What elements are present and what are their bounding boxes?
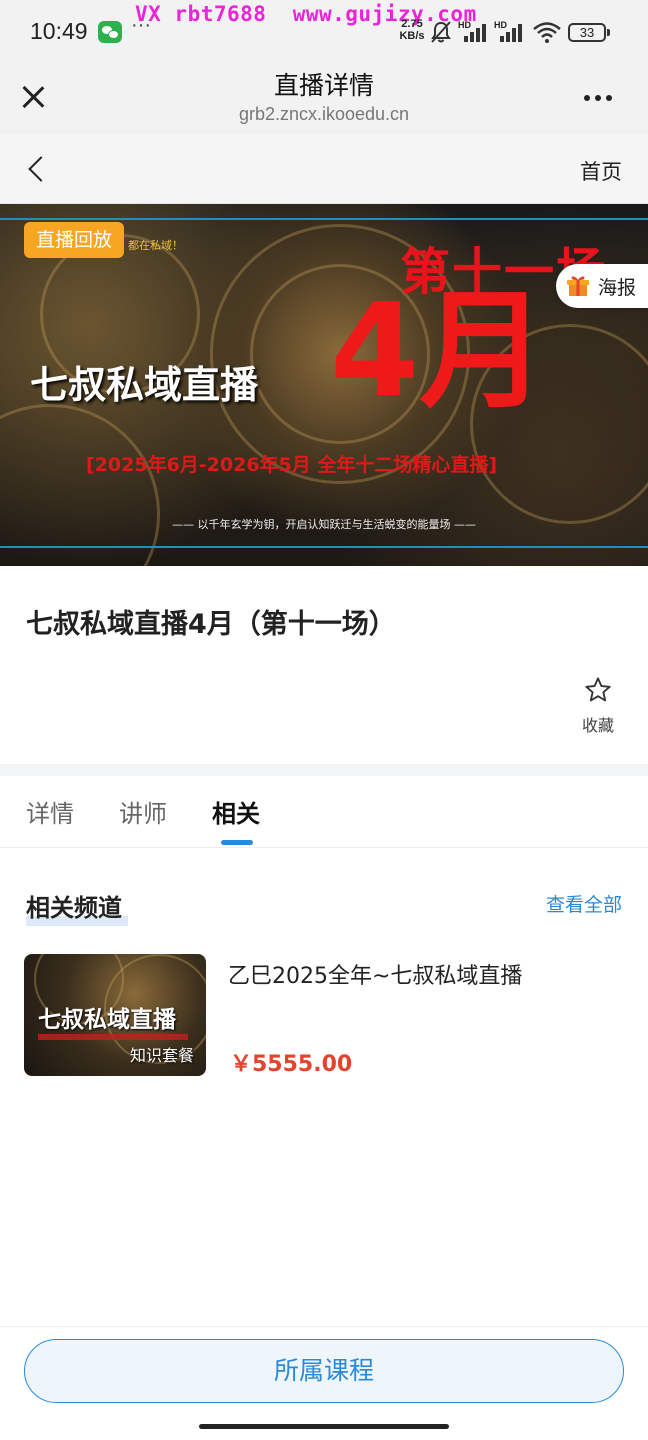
banner-title: 七叔私域直播: [30, 363, 259, 407]
net-speed-value: 2.75: [401, 18, 423, 30]
live-banner: 直播回放 都在私域！ 第十一场 4月 七叔私域直播 [2025年6月-2026年…: [0, 204, 648, 566]
more-dot: [606, 95, 612, 101]
bottom-bar: 所属课程: [0, 1326, 648, 1440]
status-time: 10:49: [30, 18, 88, 44]
list-item[interactable]: 七叔私域直播 知识套餐 乙巳2025全年~七叔私域直播 ￥5555.00: [24, 954, 624, 1078]
banner-bottom-line: [0, 546, 648, 548]
gift-icon: [567, 276, 589, 296]
net-speed: 2.75 KB/s: [395, 18, 429, 42]
favorite-button[interactable]: 收藏: [576, 674, 620, 738]
view-all-link[interactable]: 查看全部: [546, 890, 622, 917]
tab-related[interactable]: 相关: [212, 794, 260, 829]
home-indicator: [199, 1424, 449, 1429]
banner-month-text: 4月: [330, 277, 548, 426]
live-title: 七叔私域直播4月（第十一场）: [26, 609, 396, 640]
signal-icon-2: HD: [494, 20, 528, 44]
poster-label: 海报: [598, 277, 637, 299]
banner-top-line: [0, 218, 648, 220]
thumb-red-stripe: [38, 1034, 188, 1040]
home-link[interactable]: 首页: [580, 156, 622, 186]
page-title: 直播详情: [273, 71, 374, 100]
thumb-title: 七叔私域直播: [38, 1007, 176, 1033]
banner-decor-ring: [0, 404, 160, 566]
thumb-tag: 知识套餐: [129, 1046, 194, 1065]
battery-icon: 33: [568, 23, 610, 42]
signal-hd-label-2: HD: [494, 20, 507, 30]
section-gap: [0, 764, 648, 776]
more-menu-button[interactable]: [584, 90, 624, 106]
banner-slogan: —— 以千年玄学为钥，开启认知跃迁与生活蜕变的能量场 ——: [172, 518, 476, 531]
banner-small-tag: 都在私域！: [128, 239, 183, 252]
course-thumbnail: 七叔私域直播 知识套餐: [24, 954, 206, 1076]
back-button[interactable]: [24, 154, 50, 184]
status-bar: 10:49 ··· VX rbt7688 www.gujizy.com 2.75…: [0, 0, 648, 62]
star-icon: [585, 677, 611, 702]
related-section-title: 相关频道: [26, 894, 122, 922]
tab-lecturer[interactable]: 讲师: [119, 794, 167, 829]
page-url: grb2.zncx.ikooedu.cn: [238, 104, 410, 124]
wifi-icon: [533, 22, 561, 43]
course-price: ￥5555.00: [230, 1052, 353, 1077]
more-dot: [595, 95, 601, 101]
poster-button[interactable]: 海报: [556, 264, 648, 308]
favorite-label: 收藏: [581, 716, 614, 735]
bell-mute-icon: [431, 21, 451, 43]
tab-details[interactable]: 详情: [26, 794, 74, 829]
active-tab-indicator: [221, 840, 253, 845]
signal-icon: HD: [458, 20, 492, 44]
banner-dates: [2025年6月-2026年5月 全年十二场精心直播]: [86, 454, 498, 476]
page-nav: 首页: [0, 134, 648, 204]
browser-header: 直播详情 grb2.zncx.ikooedu.cn: [0, 62, 648, 134]
net-speed-unit: KB/s: [399, 30, 425, 42]
course-name: 乙巳2025全年~七叔私域直播: [228, 964, 523, 989]
more-dot: [584, 95, 590, 101]
parent-course-button[interactable]: 所属课程: [24, 1339, 624, 1403]
wechat-icon: [98, 21, 122, 43]
signal-hd-label: HD: [458, 20, 471, 30]
tabs-divider: [0, 847, 648, 848]
replay-badge: 直播回放: [24, 222, 125, 258]
